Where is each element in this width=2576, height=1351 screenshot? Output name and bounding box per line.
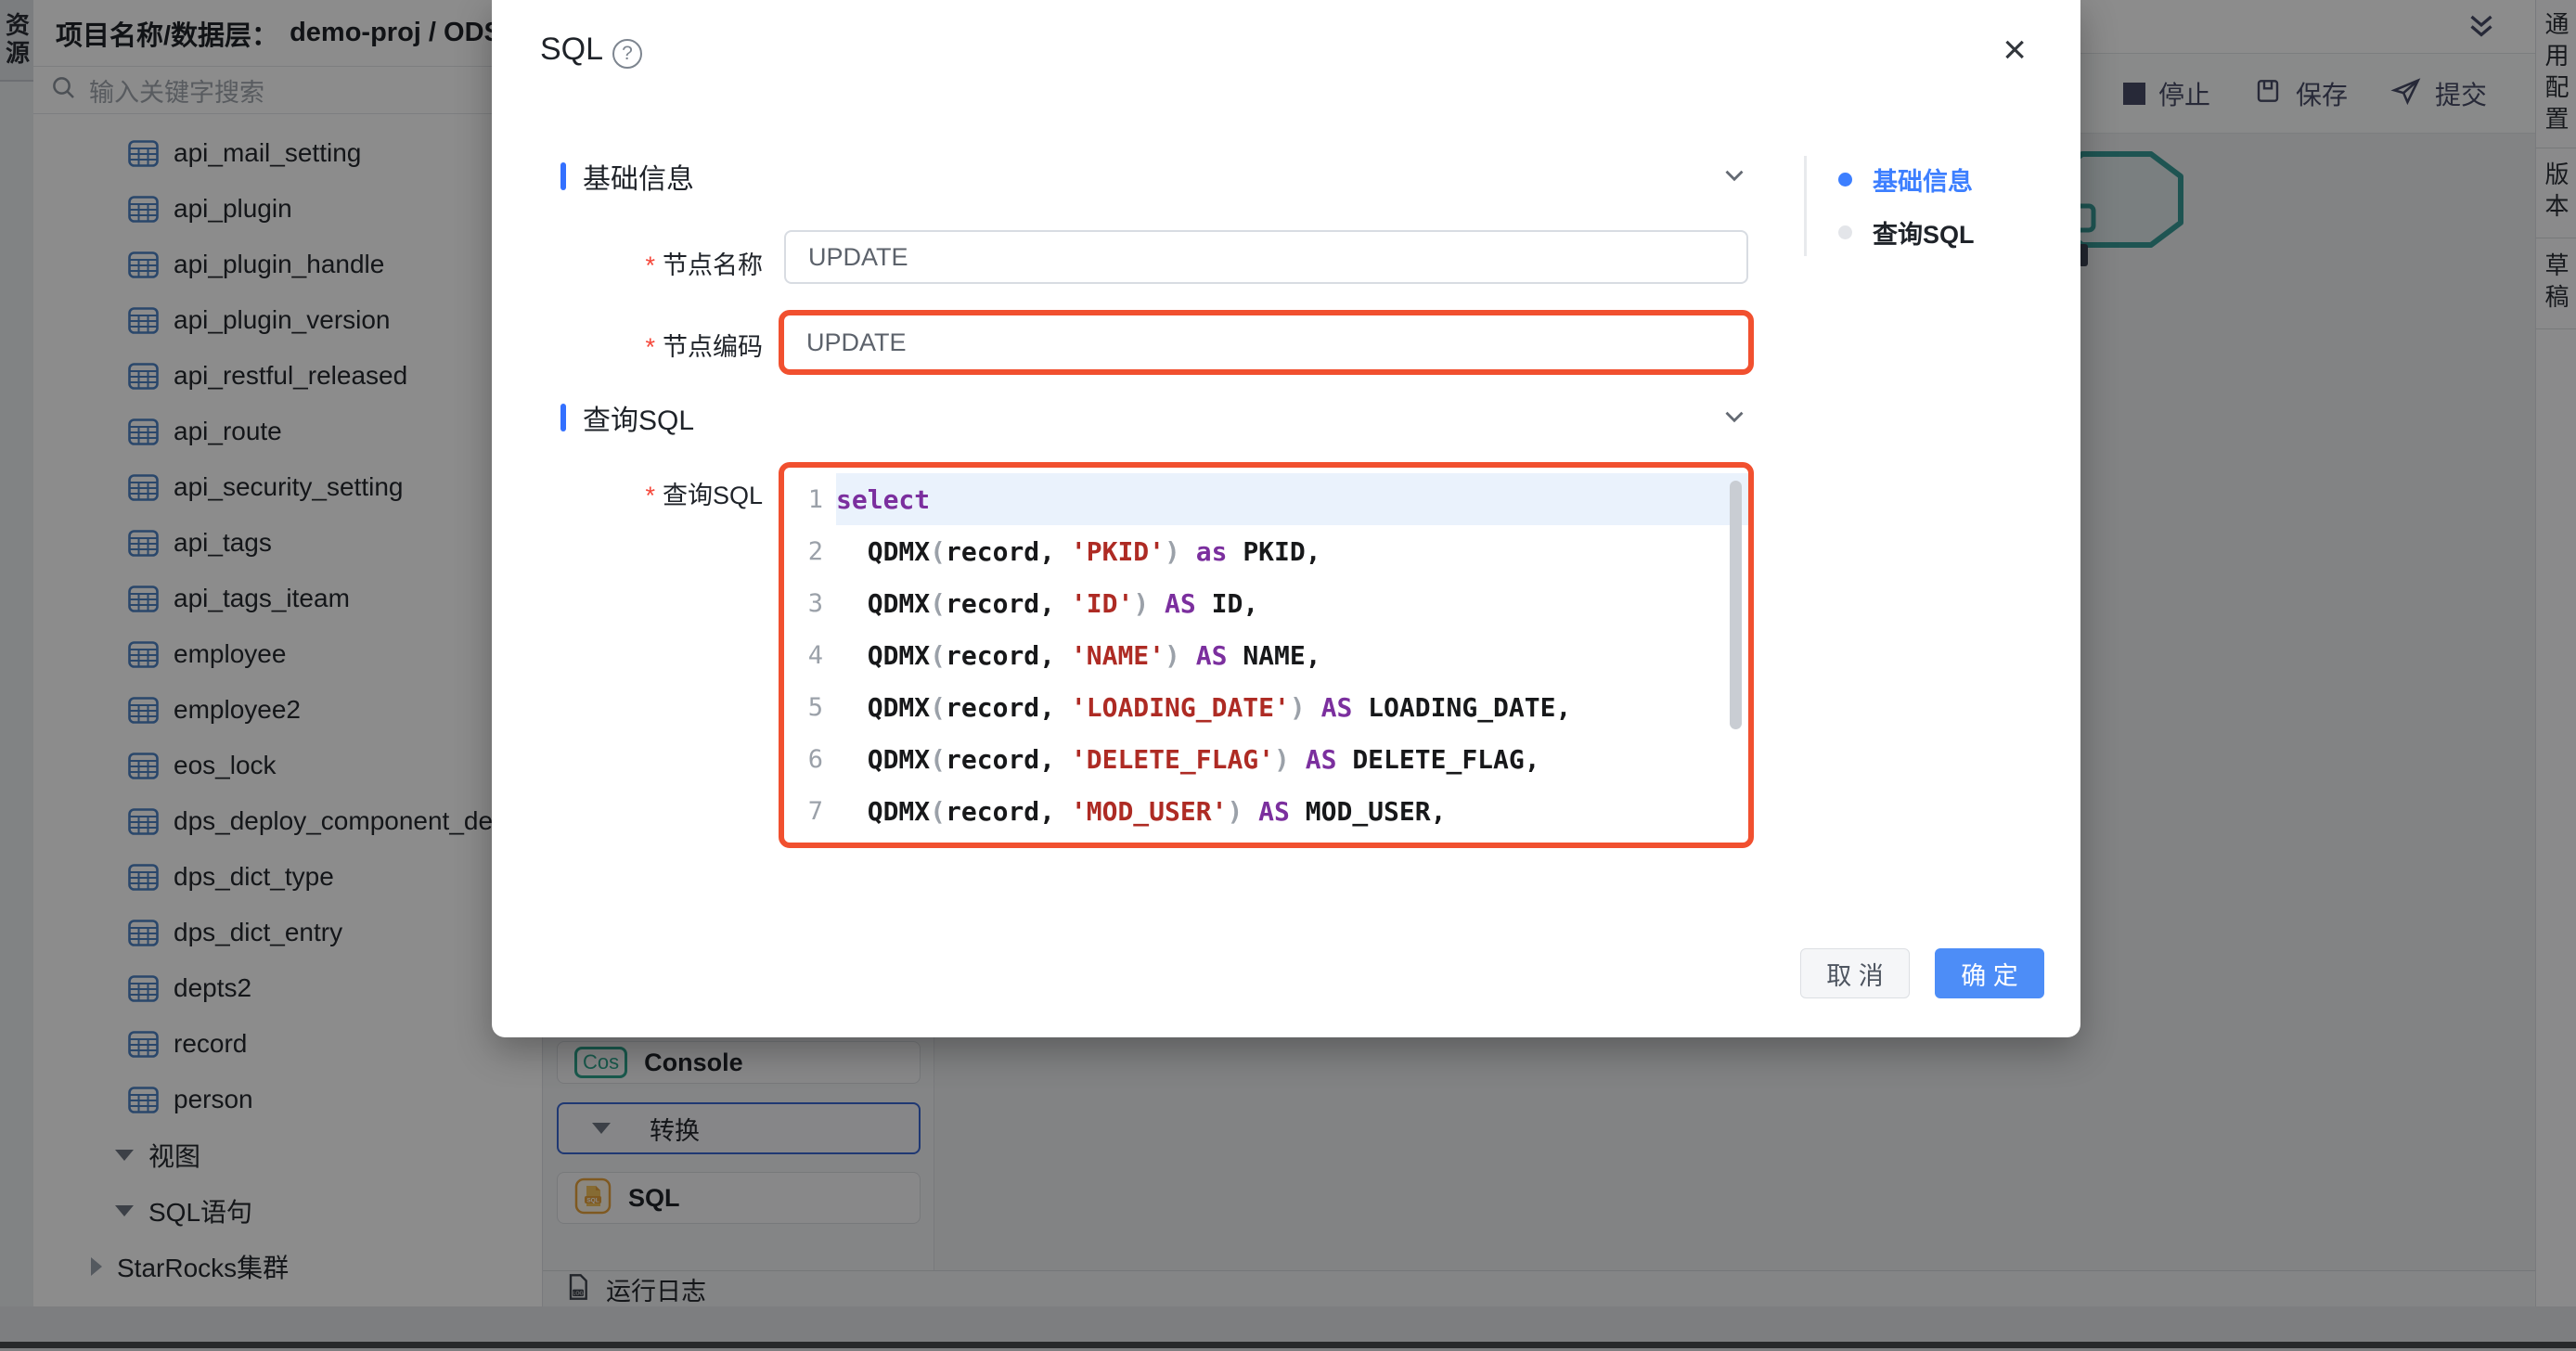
code-text: QDMX(record, 'MOD_USER') AS MOD_USER, <box>836 785 1748 837</box>
anchor-dot-icon <box>1838 173 1852 187</box>
line-number: 6 <box>784 745 836 774</box>
required-asterisk: * <box>645 333 655 361</box>
code-text: QDMX(record, 'ID') AS ID, <box>836 577 1748 629</box>
code-line[interactable]: 7 QDMX(record, 'MOD_USER') AS MOD_USER, <box>784 785 1748 837</box>
anchor-link[interactable]: 基础信息 <box>1838 161 1975 198</box>
section-accent-bar <box>560 404 566 431</box>
section-query-sql: 查询SQL <box>560 397 694 438</box>
code-line[interactable]: 6 QDMX(record, 'DELETE_FLAG') AS DELETE_… <box>784 733 1748 785</box>
code-text: QDMX(record, 'LOADING_DATE') AS LOADING_… <box>836 681 1748 733</box>
code-line[interactable]: 4 QDMX(record, 'NAME') AS NAME, <box>784 629 1748 681</box>
scrollbar-thumb[interactable] <box>1730 481 1742 729</box>
node-code-value: UPDATE <box>784 328 907 357</box>
sql-node-dialog: SQL ? × 基础信息 *节点名称 UPDATE *节点编码 UPDATE 查… <box>492 0 2080 1037</box>
dialog-title: SQL <box>540 32 603 68</box>
required-asterisk: * <box>645 251 655 279</box>
code-text: QDMX(record, 'PKID') as PKID, <box>836 525 1748 577</box>
node-code-input-highlighted[interactable]: UPDATE <box>779 310 1754 375</box>
screen: 资源 项目名称/数据层： demo-proj / ODS 输入关键字搜索 api… <box>0 0 2576 1351</box>
section-basic-info: 基础信息 <box>560 156 694 197</box>
code-editor[interactable]: 1select2 QDMX(record, 'PKID') as PKID,3 … <box>784 468 1748 843</box>
help-icon[interactable]: ? <box>612 39 642 69</box>
anchor-label: 查询SQL <box>1873 214 1975 251</box>
line-number: 1 <box>784 485 836 514</box>
node-code-label: *节点编码 <box>492 327 763 363</box>
code-line[interactable]: 5 QDMX(record, 'LOADING_DATE') AS LOADIN… <box>784 681 1748 733</box>
anchor-link[interactable]: 查询SQL <box>1838 214 1975 251</box>
node-name-input[interactable]: UPDATE <box>784 230 1748 284</box>
code-line[interactable]: 1select <box>784 473 1748 525</box>
query-sql-label: *查询SQL <box>492 475 763 511</box>
line-number: 3 <box>784 589 836 618</box>
sql-editor-highlighted[interactable]: 1select2 QDMX(record, 'PKID') as PKID,3 … <box>779 462 1754 848</box>
line-number: 7 <box>784 797 836 826</box>
collapse-chevron-icon[interactable] <box>1719 401 1750 437</box>
line-number: 5 <box>784 693 836 722</box>
anchor-label: 基础信息 <box>1873 161 1973 198</box>
anchor-nav: 基础信息查询SQL <box>1804 156 1975 256</box>
node-name-label: *节点名称 <box>492 245 763 281</box>
section-basic-label: 基础信息 <box>583 156 694 197</box>
section-accent-bar <box>560 162 566 190</box>
code-text: select <box>836 473 1748 525</box>
code-line[interactable]: 3 QDMX(record, 'ID') AS ID, <box>784 577 1748 629</box>
cancel-button[interactable]: 取 消 <box>1800 948 1910 998</box>
section-query-label: 查询SQL <box>583 397 694 438</box>
code-text: QDMX(record, 'DELETE_FLAG') AS DELETE_FL… <box>836 733 1748 785</box>
code-line[interactable]: 2 QDMX(record, 'PKID') as PKID, <box>784 525 1748 577</box>
collapse-chevron-icon[interactable] <box>1719 160 1750 196</box>
code-text: QDMX(record, 'NAME') AS NAME, <box>836 629 1748 681</box>
required-asterisk: * <box>645 482 655 509</box>
line-number: 2 <box>784 537 836 566</box>
line-number: 4 <box>784 641 836 670</box>
ok-button[interactable]: 确 定 <box>1935 948 2044 998</box>
anchor-dot-icon <box>1838 225 1852 239</box>
close-icon[interactable]: × <box>2003 30 2027 71</box>
